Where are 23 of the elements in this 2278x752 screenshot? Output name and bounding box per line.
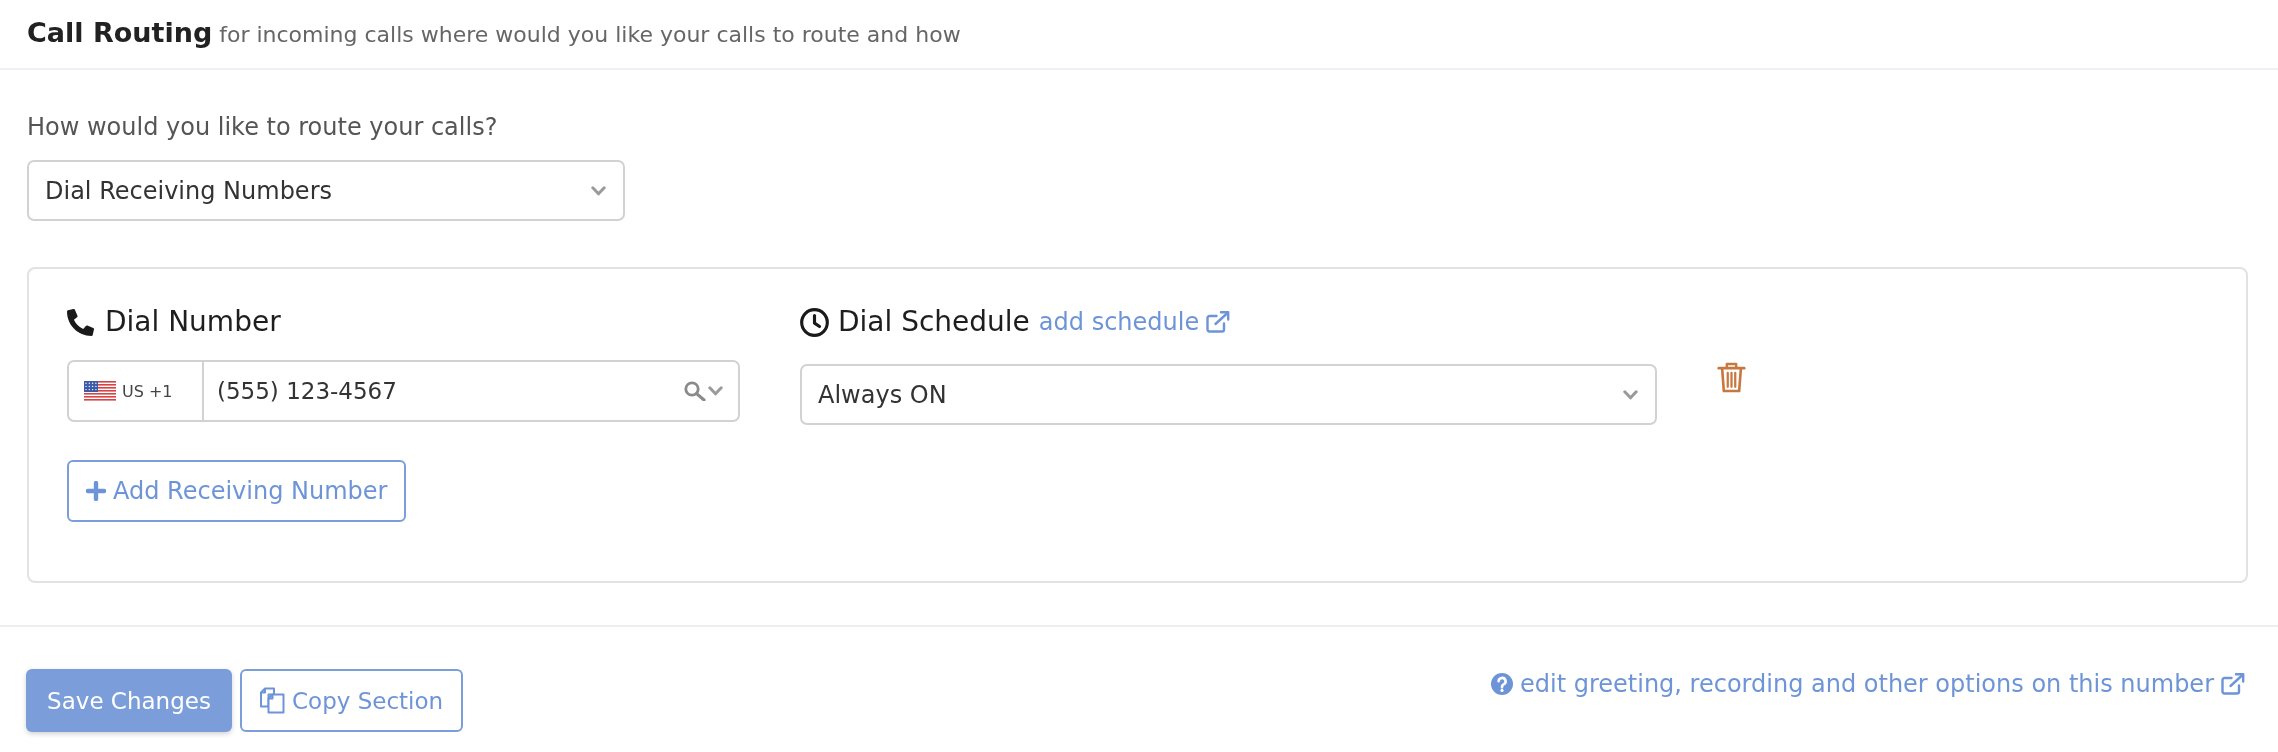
plus-icon	[86, 481, 106, 501]
page-title: Call Routing	[27, 17, 213, 49]
external-link-icon	[1206, 311, 1231, 333]
trash-icon[interactable]	[1717, 361, 1746, 394]
chevron-down-icon	[591, 185, 606, 196]
clock-icon	[800, 307, 829, 337]
dial-schedule-label: Dial Schedule	[838, 305, 1030, 339]
routing-select[interactable]: Dial Receiving Numbers	[27, 160, 625, 221]
flag-icon	[84, 380, 116, 402]
phone-field[interactable]: US +1 (555) 123-4567	[67, 360, 740, 422]
chevron-down-icon	[708, 386, 723, 396]
routing-question-label: How would you like to route your calls?	[27, 112, 498, 142]
phone-number-input[interactable]: (555) 123-4567	[204, 362, 684, 420]
dial-number-label: Dial Number	[105, 305, 281, 339]
search-icon	[684, 381, 706, 401]
phone-icon	[67, 308, 94, 336]
copy-icon	[259, 687, 285, 714]
schedule-select[interactable]: Always ON	[800, 364, 1657, 425]
help-icon	[1491, 673, 1513, 695]
chevron-down-icon	[1623, 389, 1638, 400]
external-link-icon	[2221, 673, 2245, 695]
page-subtitle: for incoming calls where would you like your calls to route and how	[219, 21, 961, 49]
country-selector[interactable]: US +1	[69, 362, 204, 420]
